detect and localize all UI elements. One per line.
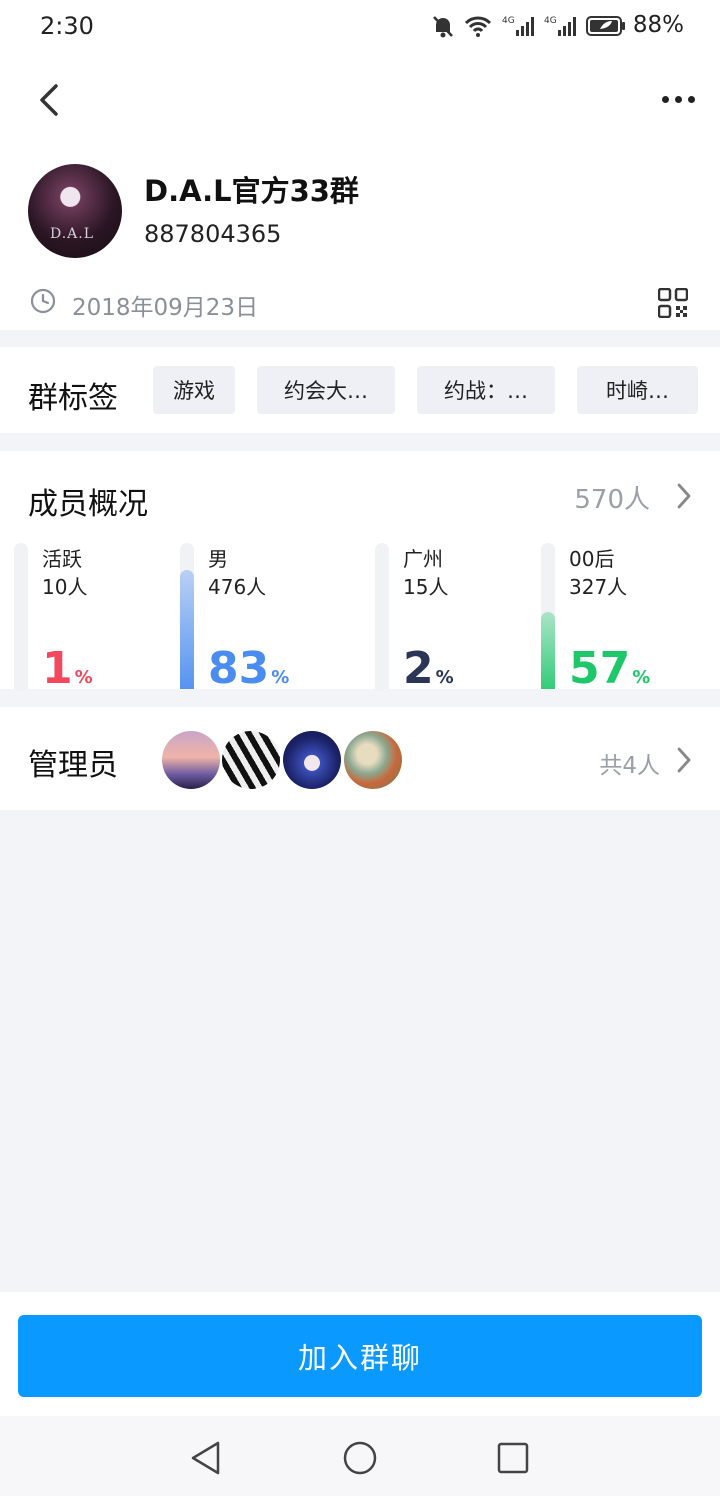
- stat-male: 男 476人 83%: [180, 543, 360, 689]
- stat-label: 广州: [403, 547, 443, 571]
- status-time: 2:30: [40, 12, 94, 40]
- signal-4g-icon-2: 4G: [544, 16, 576, 36]
- stat-count: 10人: [42, 575, 88, 599]
- tags-title: 群标签: [28, 381, 118, 416]
- system-nav-bar: [0, 1416, 720, 1496]
- percent-sign: %: [74, 667, 93, 688]
- clock-icon: [30, 288, 56, 314]
- back-button[interactable]: [30, 80, 70, 120]
- avatar-watermark: D.A.L: [50, 226, 95, 242]
- chevron-right-icon: [677, 483, 691, 509]
- nav-back-icon[interactable]: [186, 1438, 226, 1478]
- stat-bar-track: [180, 543, 194, 689]
- stat-label: 00后: [569, 547, 615, 571]
- stat-bar-track: [14, 543, 28, 689]
- admin-avatar[interactable]: [162, 731, 220, 789]
- more-dot-icon: [661, 95, 669, 103]
- admin-avatar[interactable]: [283, 731, 341, 789]
- stat-city: 广州 15人 2%: [375, 543, 555, 689]
- stat-bar-track: [375, 543, 389, 689]
- tag-item[interactable]: 约战：…: [417, 366, 555, 414]
- group-avatar[interactable]: D.A.L: [28, 164, 122, 258]
- stat-count: 15人: [403, 575, 449, 599]
- stat-bar-fill: [541, 611, 555, 689]
- svg-text:4G: 4G: [502, 16, 515, 26]
- more-options-button[interactable]: [656, 84, 700, 114]
- stat-percent-value: 1: [42, 643, 73, 689]
- admin-avatar[interactable]: [222, 731, 280, 789]
- created-date: 2018年09月23日: [72, 295, 259, 321]
- stat-age: 00后 327人 57%: [541, 543, 720, 689]
- stat-percent: 1%: [42, 643, 93, 689]
- tag-item[interactable]: 时崎…: [577, 366, 698, 414]
- mute-bell-icon: [433, 16, 453, 38]
- group-tags-section: 群标签 游戏 约会大… 约战：… 时崎…: [0, 347, 720, 433]
- members-overview-section[interactable]: 成员概况 570人 活跃 10人 1% 男 476人 83% 广州 15人 2%…: [0, 451, 720, 689]
- stat-count: 476人: [208, 575, 267, 599]
- admins-title: 管理员: [28, 748, 118, 783]
- battery-icon: [586, 16, 625, 36]
- members-total: 570人: [574, 485, 650, 515]
- status-bar: 2:30 4G 4G 88%: [0, 0, 720, 56]
- percent-sign: %: [435, 667, 454, 688]
- stat-count: 327人: [569, 575, 628, 599]
- tag-item[interactable]: 游戏: [153, 366, 235, 414]
- stat-bar-track: [541, 543, 555, 689]
- qr-code-icon[interactable]: [658, 288, 688, 318]
- stat-label: 男: [208, 547, 228, 571]
- stat-active: 活跃 10人 1%: [14, 543, 194, 689]
- stat-percent-value: 57: [569, 643, 631, 689]
- stat-percent: 2%: [403, 643, 454, 689]
- tag-item[interactable]: 约会大…: [257, 366, 395, 414]
- stat-percent-value: 83: [208, 643, 270, 689]
- nav-home-icon[interactable]: [340, 1438, 380, 1478]
- admins-section[interactable]: 管理员 共4人: [0, 707, 720, 810]
- group-name: D.A.L官方33群: [144, 174, 359, 208]
- stat-percent: 57%: [569, 643, 650, 689]
- group-header: D.A.L D.A.L官方33群 887804365 2018年09月23日: [0, 56, 720, 330]
- status-icons: 4G 4G: [432, 14, 626, 38]
- wifi-icon: [464, 16, 492, 37]
- chevron-right-icon: [677, 747, 691, 773]
- signal-4g-icon: 4G: [502, 16, 534, 36]
- admin-avatar[interactable]: [344, 731, 402, 789]
- more-dot-icon: [687, 95, 695, 103]
- percent-sign: %: [632, 667, 651, 688]
- stat-bar-fill: [180, 570, 194, 689]
- stat-label: 活跃: [42, 547, 82, 571]
- svg-text:4G: 4G: [544, 16, 557, 26]
- battery-level: 88%: [632, 12, 684, 38]
- stat-percent: 83%: [208, 643, 289, 689]
- nav-recents-icon[interactable]: [493, 1438, 533, 1478]
- members-title: 成员概况: [28, 487, 148, 522]
- admins-count: 共4人: [599, 753, 660, 779]
- bottom-action-bar: 加入群聊: [0, 1292, 720, 1416]
- more-dot-icon: [674, 95, 682, 103]
- group-id: 887804365: [144, 220, 282, 248]
- stat-percent-value: 2: [403, 643, 434, 689]
- percent-sign: %: [271, 667, 290, 688]
- join-group-button[interactable]: 加入群聊: [18, 1315, 702, 1397]
